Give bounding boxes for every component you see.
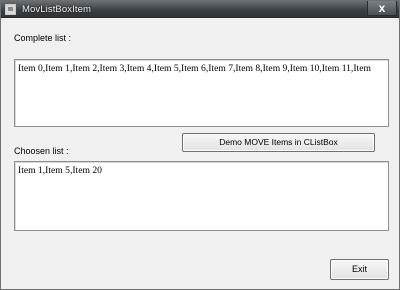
list-item[interactable]: Item 1,Item 5,Item 20 <box>18 165 102 176</box>
chosen-list-label: Choosen list : <box>14 146 69 156</box>
window-title: MovListBoxItem <box>22 4 91 15</box>
demo-move-items-button[interactable]: Demo MOVE Items in CListBox <box>182 133 375 152</box>
close-icon: x <box>378 1 386 15</box>
complete-list-label: Complete list : <box>14 33 72 43</box>
app-icon[interactable] <box>5 4 16 15</box>
app-window: MovListBoxItem x Complete list : Item 0,… <box>0 0 400 290</box>
chosen-listbox[interactable]: Item 1,Item 5,Item 20 <box>14 161 389 231</box>
dialog-client-area: Complete list : Item 0,Item 1,Item 2,Ite… <box>2 19 398 289</box>
list-item[interactable]: Item 0,Item 1,Item 2,Item 3,Item 4,Item … <box>18 63 371 74</box>
title-bar[interactable]: MovListBoxItem x <box>1 1 399 18</box>
complete-listbox[interactable]: Item 0,Item 1,Item 2,Item 3,Item 4,Item … <box>14 59 389 127</box>
exit-button[interactable]: Exit <box>330 259 389 280</box>
close-button[interactable]: x <box>367 1 397 16</box>
